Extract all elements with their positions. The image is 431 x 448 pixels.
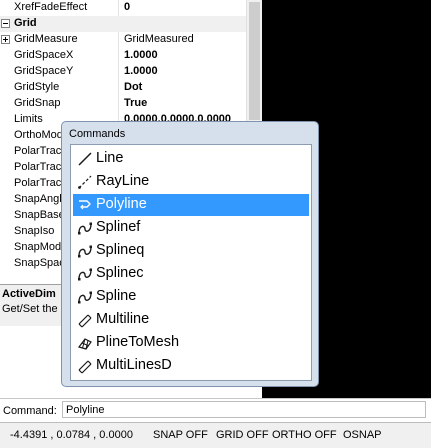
- command-input[interactable]: [62, 401, 426, 418]
- rayline-icon: [77, 174, 93, 190]
- status-bar: -4.4391 , 0.0784 , 0.0000 SNAP OFF GRID …: [0, 422, 431, 448]
- command-item-label: MultiLinesD: [96, 357, 172, 373]
- property-row[interactable]: GridSnap True: [0, 96, 246, 112]
- property-value[interactable]: Dot: [124, 81, 142, 93]
- command-item-label: Polyline: [96, 196, 147, 212]
- command-item-splinef[interactable]: Splinef: [73, 217, 309, 239]
- column-divider: [118, 32, 119, 48]
- scrollbar-thumb[interactable]: [249, 2, 260, 120]
- property-name: PolarTrack: [14, 177, 67, 189]
- property-name: GridSpaceY: [14, 65, 74, 77]
- command-item-rayline[interactable]: RayLine: [73, 171, 309, 193]
- property-name: GridSpaceX: [14, 49, 74, 61]
- command-item-multilinesd[interactable]: MultiLinesD: [73, 355, 309, 377]
- property-name: XrefFadeEffect: [14, 1, 88, 13]
- command-line: Command:: [0, 398, 431, 423]
- property-name: GridStyle: [14, 81, 60, 93]
- command-item-spline[interactable]: Spline: [73, 286, 309, 308]
- osnap-toggle[interactable]: OSNAP: [343, 429, 382, 441]
- property-name: PolarTrack: [14, 161, 67, 173]
- command-item-line[interactable]: Line: [73, 148, 309, 170]
- description-title: ActiveDim: [2, 288, 56, 300]
- popup-title: Commands: [69, 128, 126, 140]
- property-name: SnapBase: [14, 209, 65, 221]
- property-row[interactable]: GridStyle Dot: [0, 80, 246, 96]
- multiline-icon: [77, 358, 93, 374]
- command-item-label: Line: [96, 150, 124, 166]
- spline-icon: [77, 220, 93, 236]
- column-divider: [118, 0, 119, 16]
- column-divider: [118, 80, 119, 96]
- collapse-icon[interactable]: [1, 19, 10, 28]
- command-item-label: Spline: [96, 288, 137, 304]
- property-name: PolarTrack: [14, 145, 67, 157]
- property-value[interactable]: True: [124, 97, 147, 109]
- property-row[interactable]: GridSpaceX 1.0000: [0, 48, 246, 64]
- multiline-icon: [77, 312, 93, 328]
- command-item-polyline[interactable]: Polyline: [73, 194, 309, 216]
- commands-popup: Commands Line RayLine Polyline Splinef Splin…: [61, 121, 319, 387]
- property-value[interactable]: 1.0000: [124, 65, 158, 77]
- polyline-icon: [77, 197, 93, 213]
- column-divider: [118, 96, 119, 112]
- property-row[interactable]: GridSpaceY 1.0000: [0, 64, 246, 80]
- command-item-plinetomesh[interactable]: PlineToMesh: [73, 332, 309, 354]
- property-row[interactable]: GridMeasure GridMeasured: [0, 32, 246, 48]
- property-name: SnapAngle: [14, 193, 68, 205]
- command-item-label: Splineq: [96, 242, 145, 258]
- property-name: GridMeasure: [14, 33, 78, 45]
- expand-icon[interactable]: [1, 35, 10, 44]
- command-item-label: Splinec: [96, 265, 144, 281]
- command-item-label: Splinef: [96, 219, 141, 235]
- spline-icon: [77, 289, 93, 305]
- spline-icon: [77, 243, 93, 259]
- command-label: Command:: [3, 405, 57, 417]
- command-item-label: RayLine: [96, 173, 150, 189]
- line-icon: [77, 151, 93, 167]
- coordinates-readout: -4.4391 , 0.0784 , 0.0000: [10, 429, 133, 441]
- property-category[interactable]: Grid: [0, 16, 246, 32]
- property-name: GridSnap: [14, 97, 61, 109]
- ortho-toggle[interactable]: ORTHO OFF: [272, 429, 337, 441]
- property-value[interactable]: 1.0000: [124, 49, 158, 61]
- command-item-label: Multiline: [96, 311, 150, 327]
- property-name: SnapSpac: [14, 257, 65, 269]
- property-value[interactable]: GridMeasured: [124, 33, 194, 45]
- property-value[interactable]: 0: [124, 1, 130, 13]
- snap-toggle[interactable]: SNAP OFF: [153, 429, 208, 441]
- command-item-label: PlineToMesh: [96, 334, 180, 350]
- grid-toggle[interactable]: GRID OFF: [216, 429, 269, 441]
- command-item-splineq[interactable]: Splineq: [73, 240, 309, 262]
- property-row[interactable]: XrefFadeEffect 0: [0, 0, 246, 16]
- commands-list: Line RayLine Polyline Splinef Splineq Splinec…: [70, 144, 312, 381]
- command-item-multiline[interactable]: Multiline: [73, 309, 309, 331]
- property-name: SnapMode: [14, 241, 68, 253]
- plinetomesh-icon: [77, 335, 93, 351]
- property-name: SnapIso: [14, 225, 55, 237]
- property-name: Grid: [14, 17, 37, 29]
- description-text: Get/Set the: [2, 303, 58, 315]
- column-divider: [118, 48, 119, 64]
- spline-icon: [77, 266, 93, 282]
- column-divider: [118, 64, 119, 80]
- command-item-splinec[interactable]: Splinec: [73, 263, 309, 285]
- property-name: Limits: [14, 113, 43, 125]
